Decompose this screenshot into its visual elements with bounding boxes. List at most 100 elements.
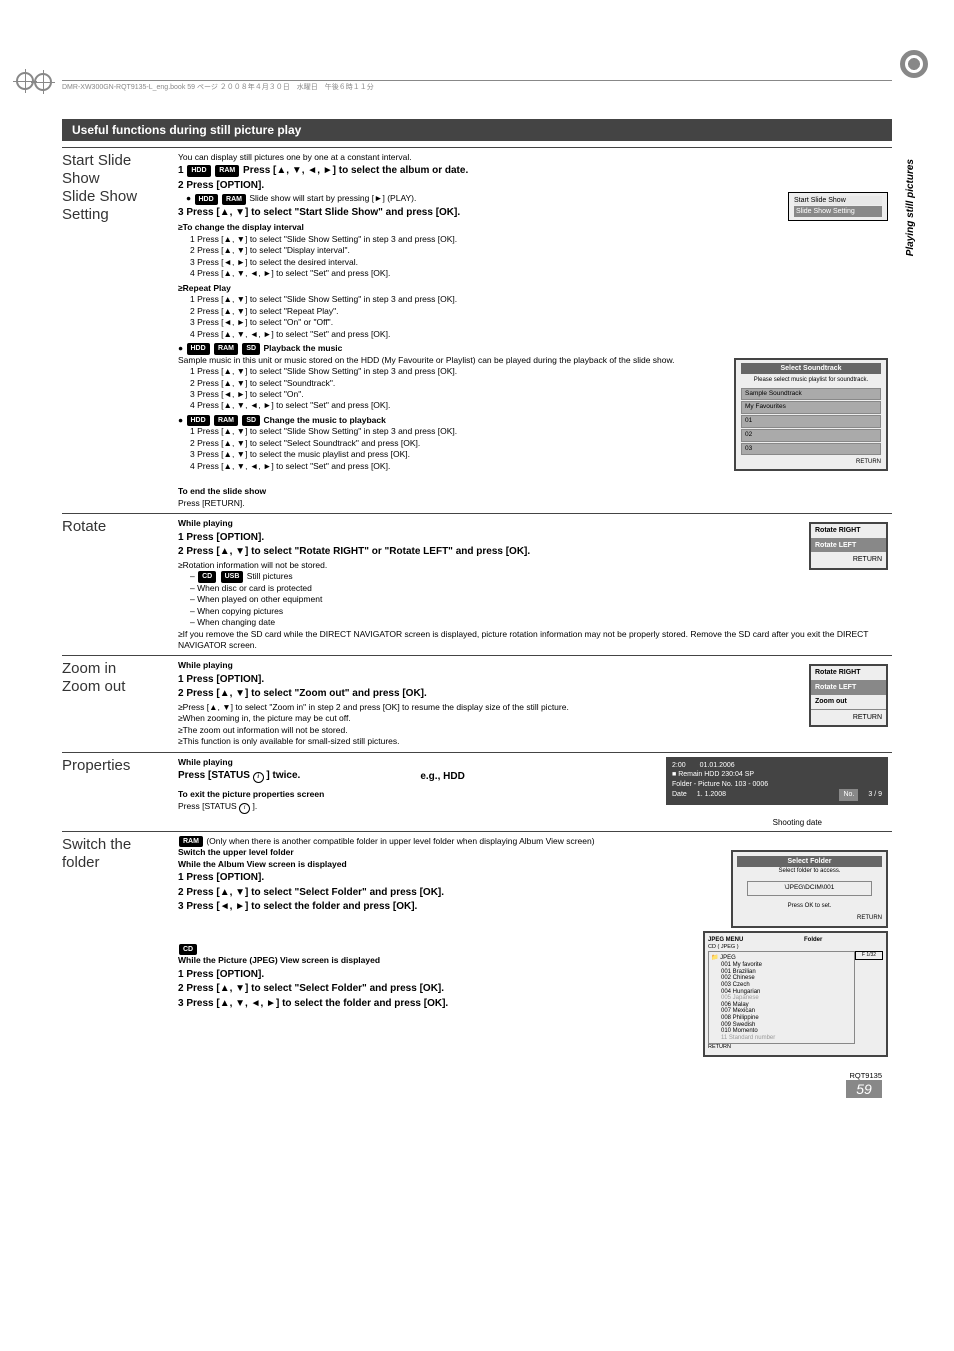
pr-return: RETURN	[853, 556, 882, 563]
sf-sub: Select folder to access.	[737, 867, 882, 875]
row2-b1: ≥Rotation information will not be stored…	[178, 560, 892, 571]
row2-s1: Press [OPTION].	[186, 532, 264, 543]
row5-while1: While the Album View screen is displayed	[178, 859, 347, 869]
row5-s1: Press [OPTION].	[186, 872, 264, 883]
ci4: Press [▲, ▼, ◄, ►] to select "Set" and p…	[197, 268, 390, 278]
pp-date-lbl: Date	[672, 790, 687, 799]
row1-left1: Start Slide Show	[62, 152, 131, 187]
popup-start-slide: Start Slide Show	[794, 196, 882, 205]
sf-return: RETURN	[737, 914, 882, 922]
header-filename: DMR-XW300GN-RQT9135-L_eng.book 59 ページ ２０…	[62, 84, 374, 91]
st-item1: My Favourites	[741, 401, 881, 414]
ci1: Press [▲, ▼] to select "Slide Show Setti…	[197, 234, 457, 244]
row3-b1: ≥Press [▲, ▼] to select "Zoom in" in ste…	[178, 702, 892, 713]
rp3: Press [◄, ►] to select "On" or "Off".	[197, 317, 333, 327]
ci2: Press [▲, ▼] to select "Display interval…	[197, 245, 350, 255]
tag-sd2: SD	[242, 415, 260, 426]
row3-b3: ≥The zoom out information will not be st…	[178, 725, 892, 736]
row3-s1: Press [OPTION].	[186, 674, 264, 685]
jt9: 009 Swedish	[721, 1022, 852, 1029]
popup-slideshow: Start Slide Show Slide Show Setting	[788, 192, 888, 221]
row2-b1b: – When disc or card is protected	[190, 583, 892, 594]
row5-while2: While the Picture (JPEG) View screen is …	[178, 955, 380, 965]
pr-r2: Rotate LEFT	[811, 539, 886, 552]
row4-left: Properties	[62, 757, 178, 827]
rp1: Press [▲, ▼] to select "Slide Show Setti…	[197, 294, 457, 304]
tag-hdd: HDD	[187, 165, 210, 176]
pz-r2: Rotate LEFT	[811, 681, 886, 694]
pr-r1: Rotate RIGHT	[811, 524, 886, 538]
pp-date1: 01.01.2006	[700, 761, 735, 770]
pm1: Press [▲, ▼] to select "Slide Show Setti…	[197, 366, 457, 376]
jm-cd: CD ( JPEG )	[708, 944, 883, 951]
row4-while: While playing	[178, 757, 233, 767]
tag-ram2: RAM	[222, 194, 246, 205]
tag-usb: USB	[221, 571, 244, 582]
row2-while: While playing	[178, 518, 233, 528]
row5-switch-bold: Switch the upper level folder	[178, 847, 294, 857]
row3-b4: ≥This function is only available for sma…	[178, 736, 892, 747]
row2-b1a: Still pictures	[247, 571, 293, 581]
status-icon: i	[253, 772, 264, 783]
row5-s2: Press [▲, ▼] to select "Select Folder" a…	[186, 887, 444, 898]
jm-title: JPEG MENU	[708, 936, 743, 944]
sf-title: Select Folder	[737, 856, 882, 867]
jm-root: JPEG	[720, 955, 736, 961]
jt7: 007 Mexican	[721, 1008, 852, 1015]
pp-time: 2:00	[672, 761, 686, 770]
pm2: Press [▲, ▼] to select "Soundtrack".	[197, 378, 335, 388]
pm3: Press [◄, ►] to select "On".	[197, 389, 303, 399]
jt10: 010 Momento	[721, 1028, 852, 1035]
row3-left2: Zoom out	[62, 678, 125, 695]
jt8: 008 Philippine	[721, 1015, 852, 1022]
rp4: Press [▲, ▼, ◄, ►] to select "Set" and p…	[197, 329, 390, 339]
st-item2: 01	[741, 415, 881, 428]
pp-no-lbl: No.	[843, 791, 854, 798]
tag-hdd3: HDD	[187, 343, 210, 354]
row1-intro: You can display still pictures one by on…	[178, 152, 892, 163]
row1-s2: Press [OPTION].	[186, 180, 264, 191]
row5-c2: Press [▲, ▼] to select "Select Folder" a…	[186, 983, 444, 994]
tag-ram3: RAM	[214, 343, 238, 354]
jt6: 006 Malay	[721, 1002, 852, 1009]
row5-s3: Press [◄, ►] to select the folder and pr…	[186, 901, 417, 912]
end-txt: Press [RETURN].	[178, 498, 892, 509]
popup-properties: 2:00 01.01.2006 ■ Remain HDD 230:04 SP F…	[666, 757, 888, 805]
jm-f: F 1/32	[855, 951, 883, 960]
cm4: Press [▲, ▼, ◄, ►] to select "Set" and p…	[197, 461, 390, 471]
pm4: Press [▲, ▼, ◄, ►] to select "Set" and p…	[197, 400, 390, 410]
pz-r1: Rotate RIGHT	[811, 666, 886, 680]
pz-return: RETURN	[853, 714, 882, 721]
row4-eg: e.g., HDD	[420, 770, 464, 784]
tag-cd: CD	[198, 571, 216, 582]
st-title: Select Soundtrack	[741, 363, 881, 374]
pp-no-val: 3 / 9	[868, 790, 882, 799]
row5-note-ram: (Only when there is another compatible f…	[206, 836, 594, 846]
status-icon2: i	[239, 803, 250, 814]
row3-b2: ≥When zooming in, the picture may be cut…	[178, 713, 892, 724]
tag-ram4: RAM	[214, 415, 238, 426]
tag-ram5: RAM	[179, 836, 203, 847]
jt5: 005 Japanese	[721, 995, 852, 1002]
row4-press: Press [STATUS i ] twice.	[178, 769, 300, 783]
row2-left: Rotate	[62, 518, 178, 651]
row3-s2: Press [▲, ▼] to select "Zoom out" and pr…	[186, 688, 426, 699]
pz-r3: Zoom out	[811, 694, 886, 709]
jt0: 001 My favorite	[721, 962, 852, 969]
rp2: Press [▲, ▼] to select "Repeat Play".	[197, 306, 338, 316]
row5-c1: Press [OPTION].	[186, 969, 264, 980]
row3-left1: Zoom in	[62, 660, 116, 677]
row1-ci-hdr: ≥To change the display interval	[178, 222, 892, 233]
popup-rotate: Rotate RIGHT Rotate LEFT RETURN	[809, 522, 888, 569]
row4-exit-hdr: To exit the picture properties screen	[178, 789, 324, 799]
popup-select-folder: Select Folder Select folder to access. \…	[731, 850, 888, 928]
cm2: Press [▲, ▼] to select "Select Soundtrac…	[197, 438, 420, 448]
tag-cd5: CD	[179, 944, 197, 955]
sf-press: Press OK to set.	[737, 902, 882, 910]
sf-item: \JPEG\DCIM\001	[747, 881, 872, 896]
section-title: Useful functions during still picture pl…	[62, 119, 892, 141]
jt2: 002 Chinese	[721, 975, 852, 982]
footer-code: RQT9135	[62, 1071, 882, 1080]
pp-folder: Folder - Picture No. 103 - 0006	[672, 780, 882, 789]
pm-hdr: Playback the music	[263, 343, 342, 353]
